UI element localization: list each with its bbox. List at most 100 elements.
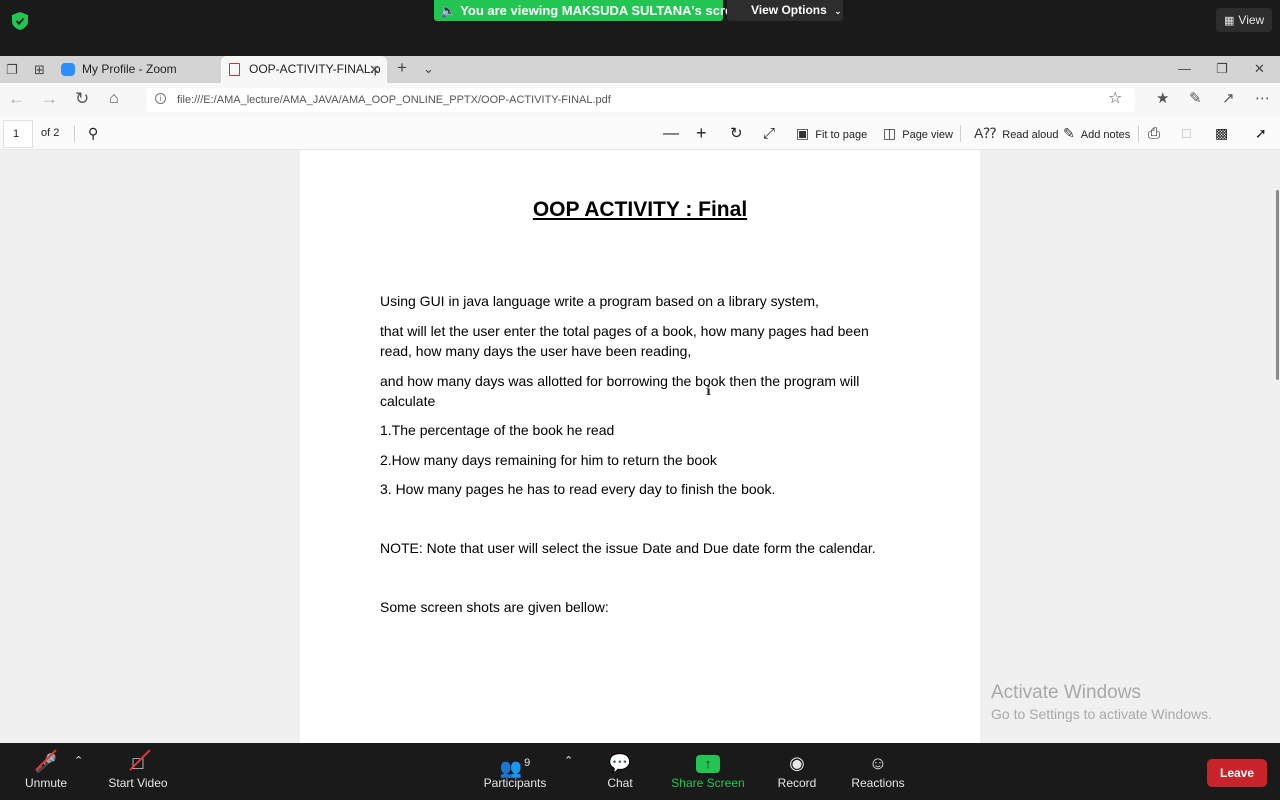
new-tab-icon[interactable]: + bbox=[397, 59, 407, 76]
chevron-down-icon: ⌄ bbox=[834, 6, 842, 16]
workspaces-icon[interactable]: ❐ bbox=[6, 63, 18, 77]
print-icon[interactable]: ⎙ bbox=[1148, 117, 1160, 150]
participant-count: 9 bbox=[524, 757, 531, 769]
save-icon[interactable]: □ bbox=[1182, 117, 1190, 150]
share-screen-label: Share Screen bbox=[671, 776, 745, 790]
fit-to-page-label: Fit to page bbox=[815, 129, 868, 141]
read-aloud-label: Read aloud bbox=[1002, 129, 1059, 141]
record-icon: ◉ bbox=[789, 753, 805, 773]
divider bbox=[960, 125, 961, 142]
start-video-button[interactable]: □ Start Video bbox=[104, 743, 172, 800]
zoom-in-icon[interactable]: + bbox=[696, 117, 707, 150]
paragraph: 1.The percentage of the book he read bbox=[380, 422, 615, 438]
page-view-icon: ◫ bbox=[883, 125, 897, 141]
pen-icon: ✎ bbox=[1063, 125, 1075, 141]
shield-icon[interactable] bbox=[12, 12, 28, 30]
participants-button[interactable]: 👥 9 Participants bbox=[480, 743, 550, 800]
text-cursor-icon: ℹ bbox=[706, 383, 711, 398]
pen-icon[interactable]: ✎ bbox=[1189, 89, 1202, 109]
video-off-icon: □ bbox=[104, 743, 172, 775]
view-label: View bbox=[1238, 13, 1265, 27]
view-options-button[interactable]: View Options ⌄ bbox=[727, 0, 843, 21]
fullscreen-icon[interactable]: ⤢ bbox=[763, 117, 775, 150]
unmute-label: Unmute bbox=[24, 776, 68, 790]
divider bbox=[74, 125, 75, 142]
activate-windows-title: Activate Windows bbox=[991, 682, 1141, 703]
add-notes-button[interactable]: ✎ Add notes bbox=[1063, 117, 1130, 150]
chat-icon: 💬 bbox=[608, 753, 632, 773]
fit-page-icon: ▣ bbox=[796, 125, 810, 141]
more-icon[interactable]: ⋯ bbox=[1255, 89, 1270, 109]
start-video-label: Start Video bbox=[108, 776, 168, 790]
add-notes-label: Add notes bbox=[1080, 129, 1131, 141]
chat-label: Chat bbox=[607, 776, 633, 790]
view-button[interactable]: ▦ View bbox=[1216, 8, 1272, 32]
smiley-icon: ☺ bbox=[868, 753, 888, 773]
info-icon[interactable]: i bbox=[155, 93, 166, 104]
viewing-banner: 🔈 You are viewing MAKSUDA SULTANA's scree… bbox=[434, 0, 747, 21]
rotate-icon[interactable]: ↻ bbox=[730, 117, 743, 150]
page-view-label: Page view bbox=[902, 129, 953, 141]
favorites-icon[interactable]: ★ bbox=[1156, 89, 1169, 109]
refresh-icon[interactable]: ↻ bbox=[75, 89, 89, 109]
zoom-logo-icon bbox=[61, 63, 75, 76]
audio-options-chevron-icon[interactable]: ⌃ bbox=[74, 754, 83, 767]
paragraph: that will let the user enter the total p… bbox=[380, 323, 869, 359]
unmute-button[interactable]: 🎤 Unmute bbox=[18, 743, 74, 800]
tab-actions-icon[interactable]: ⊞ bbox=[34, 63, 45, 77]
share-icon[interactable]: ↗ bbox=[1222, 89, 1235, 109]
save-as-icon[interactable]: ▩ bbox=[1215, 117, 1228, 150]
pin-toolbar-icon[interactable]: ➚ bbox=[1255, 117, 1267, 150]
fit-to-page-button[interactable]: ▣ Fit to page bbox=[796, 117, 867, 150]
tab-oop-activity-pdf[interactable]: OOP-ACTIVITY-FINAL.p ✕ bbox=[221, 56, 387, 83]
paragraph: NOTE: Note that user will select the iss… bbox=[380, 540, 876, 556]
participants-icon: 👥 9 bbox=[499, 757, 531, 778]
restore-icon[interactable]: ❐ bbox=[1216, 62, 1228, 76]
tab-list-chevron-icon[interactable]: ⌄ bbox=[423, 62, 434, 76]
page-view-button[interactable]: ◫ Page view bbox=[883, 117, 953, 150]
minimize-icon[interactable]: — bbox=[1178, 62, 1191, 76]
record-button[interactable]: ◉ Record bbox=[774, 743, 820, 800]
page-number-input[interactable]: 1 bbox=[3, 120, 33, 148]
pdf-icon bbox=[229, 63, 240, 76]
url-text[interactable]: file:///E:/AMA_lecture/AMA_JAVA/AMA_OOP_… bbox=[177, 88, 611, 112]
pdf-page bbox=[300, 150, 980, 743]
participants-label: Participants bbox=[483, 776, 547, 790]
read-aloud-button[interactable]: A⁇ Read aloud bbox=[974, 117, 1059, 150]
favorite-star-icon[interactable]: ☆ bbox=[1108, 89, 1122, 109]
read-aloud-icon: A⁇ bbox=[974, 125, 997, 141]
activate-windows-subtitle: Go to Settings to activate Windows. bbox=[991, 706, 1212, 722]
paragraph: 2.How many days remaining for him to ret… bbox=[380, 452, 717, 468]
paragraph: Using GUI in java language write a progr… bbox=[380, 293, 819, 309]
tab-label: My Profile - Zoom bbox=[82, 62, 177, 76]
speaker-icon: 🔈 bbox=[440, 3, 457, 18]
divider bbox=[1138, 125, 1139, 142]
chat-button[interactable]: 💬 Chat bbox=[598, 743, 642, 800]
document-title: OOP ACTIVITY : Final bbox=[532, 198, 748, 221]
participants-options-chevron-icon[interactable]: ⌃ bbox=[564, 754, 573, 767]
paragraph: and how many days was allotted for borro… bbox=[380, 373, 860, 409]
muted-mic-icon: 🎤 bbox=[18, 743, 74, 775]
close-window-icon[interactable]: ✕ bbox=[1254, 62, 1265, 76]
zoom-out-icon[interactable]: — bbox=[663, 117, 679, 150]
tab-label: OOP-ACTIVITY-FINAL.p bbox=[249, 62, 381, 76]
scrollbar-thumb[interactable] bbox=[1276, 190, 1279, 380]
tab-my-profile-zoom[interactable]: My Profile - Zoom bbox=[54, 56, 220, 83]
viewing-banner-text: You are viewing MAKSUDA SULTANA's screen bbox=[460, 3, 748, 18]
close-tab-icon[interactable]: ✕ bbox=[369, 56, 380, 83]
share-screen-button[interactable]: ↑ Share Screen bbox=[670, 743, 746, 800]
record-label: Record bbox=[777, 776, 817, 790]
leave-button[interactable]: Leave bbox=[1207, 759, 1267, 787]
grid-icon: ▦ bbox=[1224, 15, 1235, 27]
home-icon[interactable]: ⌂ bbox=[109, 89, 119, 109]
paragraph: Some screen shots are given bellow: bbox=[380, 599, 609, 615]
forward-icon[interactable]: → bbox=[41, 89, 58, 109]
paragraph: 3. How many pages he has to read every d… bbox=[380, 481, 776, 497]
reactions-button[interactable]: ☺ Reactions bbox=[848, 743, 908, 800]
view-options-label: View Options bbox=[751, 3, 827, 17]
back-icon[interactable]: ← bbox=[8, 89, 25, 109]
share-screen-icon: ↑ bbox=[670, 743, 746, 775]
reactions-label: Reactions bbox=[851, 776, 905, 790]
page-total: of 2 bbox=[41, 127, 60, 139]
search-icon[interactable]: ⚲ bbox=[88, 117, 98, 150]
